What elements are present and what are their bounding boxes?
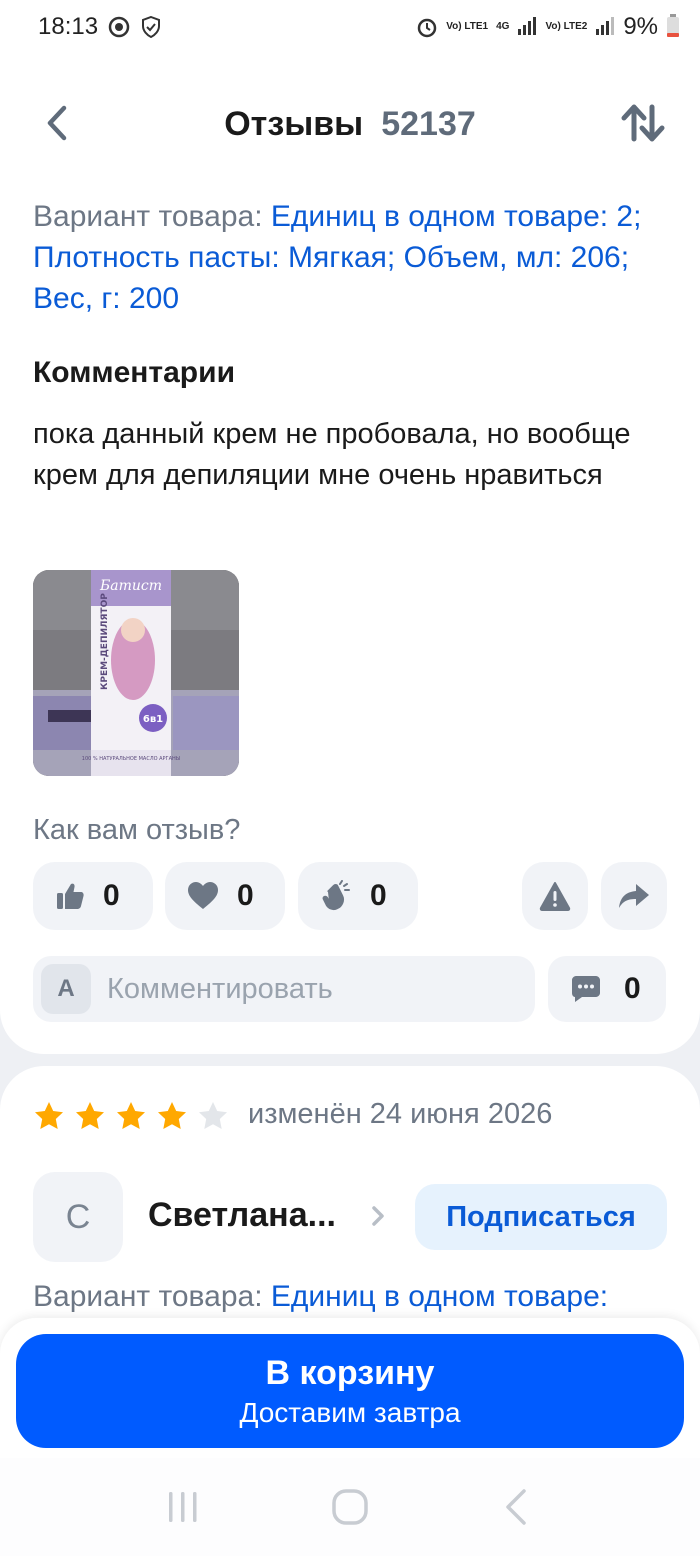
review-text: пока данный крем не пробовала, но вообще…	[33, 418, 631, 491]
comment-placeholder: Комментировать	[107, 972, 333, 1005]
status-bar: 18:13 Vo) LTE1 4G Vo) LTE2 9%	[0, 0, 700, 54]
cart-panel: В корзину Доставим завтра	[0, 1318, 700, 1458]
home-button[interactable]	[320, 1477, 380, 1537]
photo-brand-text: Батист	[99, 578, 162, 594]
sort-button[interactable]	[618, 98, 668, 148]
share-button[interactable]	[601, 862, 667, 930]
variant-value-link-2[interactable]: Единиц в одном товаре:	[271, 1280, 608, 1313]
review-photo[interactable]: Батист КРЕМ-ДЕПИЛЯТОР 6в1 100 % НАТУРАЛЬ…	[33, 570, 239, 776]
review-card: Отзывы 52137 Вариант товара: Единиц в од…	[0, 54, 700, 1054]
back-nav-button[interactable]	[487, 1477, 547, 1537]
network-label: 4G	[496, 21, 510, 32]
star-filled-icon	[117, 1102, 145, 1129]
like-button[interactable]: 0	[33, 862, 153, 930]
product-variant-2: Вариант товара: Единиц в одном товаре:	[33, 1280, 608, 1314]
heart-count: 0	[237, 879, 254, 912]
like-count: 0	[103, 879, 120, 912]
heart-button[interactable]: 0	[165, 862, 285, 930]
battery-icon	[666, 13, 680, 41]
alarm-icon	[416, 16, 438, 38]
comments-count: 0	[624, 972, 641, 1005]
signal-2-icon	[595, 16, 615, 39]
review-date: изменён 24 июня 2026	[248, 1098, 553, 1130]
report-button[interactable]	[522, 862, 588, 930]
header: Отзывы 52137	[0, 54, 700, 194]
shield-status-icon	[140, 16, 162, 38]
variant-label: Вариант товара:	[33, 200, 263, 233]
clap-button[interactable]: 0	[298, 862, 418, 930]
settings-status-icon	[108, 16, 130, 38]
variant-label-2: Вариант товара:	[33, 1280, 263, 1313]
back-button[interactable]	[36, 98, 76, 148]
star-filled-icon	[35, 1102, 63, 1129]
add-to-cart-button[interactable]: В корзину Доставим завтра	[16, 1334, 684, 1448]
system-nav-bar	[0, 1458, 700, 1556]
sim2-label: Vo) LTE2	[545, 21, 588, 32]
warning-icon	[539, 882, 571, 911]
product-photo-image: Батист КРЕМ-ДЕПИЛЯТОР 6в1 100 % НАТУРАЛЬ…	[33, 570, 239, 776]
chevron-left-icon	[47, 105, 67, 141]
author-avatar[interactable]: С	[33, 1172, 123, 1262]
page-title: Отзывы	[224, 104, 364, 143]
thumbs-up-icon	[57, 883, 84, 909]
sort-icon	[621, 104, 665, 142]
photo-product-text: КРЕМ-ДЕПИЛЯТОР	[100, 593, 110, 690]
home-icon	[332, 1489, 368, 1525]
back-nav-icon	[505, 1489, 526, 1525]
sim1-label: Vo) LTE1	[446, 21, 489, 32]
star-filled-icon	[158, 1102, 186, 1129]
star-filled-icon	[76, 1102, 104, 1129]
rate-question: Как вам отзыв?	[33, 814, 241, 846]
author-name[interactable]: Светлана...	[148, 1196, 336, 1235]
chat-bubble-icon	[572, 976, 600, 1002]
heart-icon	[188, 882, 218, 909]
comments-title: Комментарии	[33, 356, 236, 389]
recent-apps-icon	[169, 1492, 197, 1522]
rating-stars	[33, 1100, 229, 1132]
user-avatar: А	[41, 964, 91, 1014]
comments-button[interactable]: 0	[548, 956, 666, 1022]
subscribe-button[interactable]: Подписаться	[415, 1184, 667, 1250]
star-empty-icon	[199, 1102, 227, 1129]
photo-note-text: 100 % НАТУРАЛЬНОЕ МАСЛО АРГАНЫ	[82, 756, 180, 762]
cart-button-label: В корзину	[265, 1354, 435, 1392]
clap-count: 0	[370, 879, 387, 912]
recent-apps-button[interactable]	[153, 1477, 213, 1537]
comment-input[interactable]: А Комментировать	[33, 956, 535, 1022]
battery-percent: 9%	[623, 13, 658, 40]
photo-badge-text: 6в1	[143, 714, 163, 725]
share-icon	[619, 884, 649, 908]
chevron-right-icon	[372, 1206, 384, 1226]
review-count: 52137	[381, 104, 476, 143]
signal-1-icon	[517, 16, 537, 39]
product-variant: Вариант товара: Единиц в одном товаре: 2…	[33, 196, 673, 319]
status-time: 18:13	[38, 13, 99, 40]
clap-icon	[322, 880, 350, 911]
delivery-label: Доставим завтра	[239, 1397, 461, 1428]
